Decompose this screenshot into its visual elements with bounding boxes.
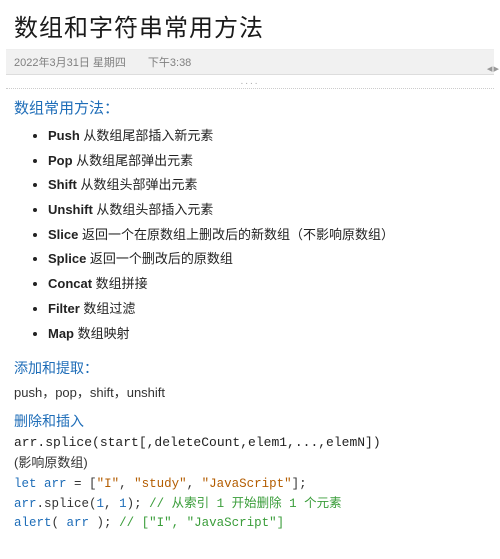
list-item: Pop 从数组尾部弹出元素 [48, 149, 486, 174]
code-example: let arr = ["I", "study", "JavaScript"]; … [14, 475, 486, 533]
fn-alert: alert [14, 516, 52, 530]
meta-time: 下午3:38 [148, 54, 191, 70]
str-2: "study" [134, 477, 187, 491]
splice-note: (影响原数组) [14, 452, 486, 471]
section-heading-delete-insert: 删除和插入 [14, 411, 486, 431]
method-desc: 数组过滤 [80, 301, 136, 316]
method-name: Push [48, 128, 80, 143]
method-name: Concat [48, 276, 92, 291]
list-item: Shift 从数组头部弹出元素 [48, 173, 486, 198]
str-1: "I" [97, 477, 120, 491]
section-heading-add-extract: 添加和提取： [14, 358, 486, 378]
list-item: Map 数组映射 [48, 322, 486, 347]
list-item: Unshift 从数组头部插入元素 [48, 198, 486, 223]
meta-bar: 2022年3月31日 星期四 下午3:38 [6, 49, 494, 75]
dot-splice: .splice( [37, 497, 97, 511]
code-eq: = [ [67, 477, 97, 491]
alert-open: ( [52, 516, 67, 530]
meta-date: 2022年3月31日 星期四 [14, 54, 126, 70]
method-desc: 从数组头部弹出元素 [77, 177, 198, 192]
collapse-ellipsis[interactable]: .... [6, 75, 494, 89]
list-item: Concat 数组拼接 [48, 272, 486, 297]
num-2: 1 [119, 497, 127, 511]
list-item: Splice 返回一个删改后的原数组 [48, 247, 486, 272]
method-desc: 数组拼接 [92, 276, 148, 291]
scroll-indicator-icon: ◂ ▸ [487, 62, 498, 75]
alert-close: ); [89, 516, 112, 530]
method-name: Unshift [48, 202, 93, 217]
alert-arg: arr [67, 516, 90, 530]
list-item: Filter 数组过滤 [48, 297, 486, 322]
list-item: Slice 返回一个在原数组上删改后的新数组（不影响原数组） [48, 223, 486, 248]
method-name: Filter [48, 301, 80, 316]
method-desc: 返回一个删改后的原数组 [86, 251, 233, 266]
method-name: Pop [48, 153, 73, 168]
method-name: Splice [48, 251, 86, 266]
page-title: 数组和字符串常用方法 [14, 8, 486, 43]
call-close: ); [127, 497, 142, 511]
num-1: 1 [97, 497, 105, 511]
list-item: Push 从数组尾部插入新元素 [48, 124, 486, 149]
method-name: Slice [48, 227, 78, 242]
method-desc: 从数组尾部弹出元素 [73, 153, 194, 168]
section-heading-array-methods: 数组常用方法： [14, 97, 486, 118]
str-3: "JavaScript" [202, 477, 292, 491]
obj-arr: arr [14, 497, 37, 511]
comment-2: // ["I", "JavaScript"] [112, 516, 285, 530]
method-desc: 从数组头部插入元素 [93, 202, 214, 217]
method-desc: 从数组尾部插入新元素 [80, 128, 214, 143]
method-desc: 数组映射 [74, 326, 130, 341]
arr-close: ]; [292, 477, 307, 491]
method-desc: 返回一个在原数组上删改后的新数组（不影响原数组） [78, 227, 394, 242]
array-methods-list: Push 从数组尾部插入新元素 Pop 从数组尾部弹出元素 Shift 从数组头… [14, 124, 486, 346]
splice-signature: arr.splice(start[,deleteCount,elem1,...,… [14, 435, 486, 450]
var-arr: arr [44, 477, 67, 491]
add-extract-list: push，pop，shift，unshift [14, 382, 486, 401]
kw-let: let [14, 477, 37, 491]
method-name: Map [48, 326, 74, 341]
comment-1: // 从索引 1 开始删除 1 个元素 [142, 497, 342, 511]
method-name: Shift [48, 177, 77, 192]
